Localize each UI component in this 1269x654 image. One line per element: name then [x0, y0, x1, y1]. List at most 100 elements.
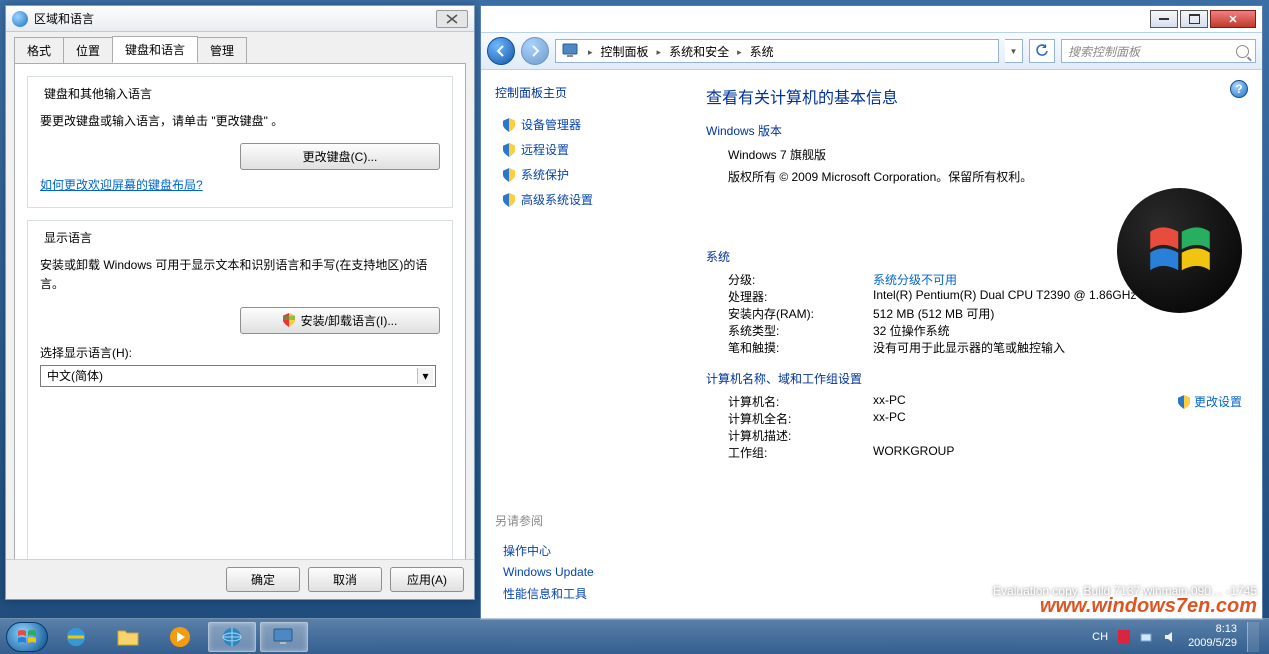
select-display-language-label: 选择显示语言(H):: [40, 344, 440, 361]
control-panel-home-link[interactable]: 控制面板主页: [495, 84, 672, 101]
computer-description-label: 计算机描述:: [728, 427, 873, 444]
full-computer-name-label: 计算机全名:: [728, 410, 873, 427]
window-controls: ✕: [1150, 10, 1256, 28]
globe-icon: [221, 626, 243, 648]
ok-button[interactable]: 确定: [226, 567, 300, 592]
dialog-titlebar[interactable]: 区域和语言: [6, 6, 474, 32]
taskbar-system-window[interactable]: [260, 622, 308, 652]
system-type-label: 系统类型:: [728, 322, 873, 339]
computer-description-value: [873, 427, 1242, 444]
display-language-value: 中文(简体): [47, 367, 103, 384]
shield-icon: [503, 143, 515, 157]
taskbar: CH 8:13 2009/5/29: [0, 618, 1269, 654]
start-button[interactable]: [6, 622, 48, 652]
breadcrumb-system[interactable]: 系统: [750, 43, 774, 60]
workgroup-value: WORKGROUP: [873, 444, 1242, 461]
show-desktop-button[interactable]: [1247, 622, 1259, 652]
tray-network-icon[interactable]: [1140, 630, 1154, 644]
rating-label: 分级:: [728, 271, 873, 288]
sidebar-link-label: 设备管理器: [521, 116, 581, 133]
dialog-close-button[interactable]: [436, 10, 468, 28]
tray-date[interactable]: 2009/5/29: [1188, 637, 1237, 650]
back-button[interactable]: [487, 37, 515, 65]
keyboard-group-legend: 键盘和其他输入语言: [40, 85, 156, 102]
computer-icon: [273, 628, 295, 646]
sidebar-link-label: 系统保护: [521, 166, 569, 183]
tray-volume-icon[interactable]: [1164, 631, 1178, 643]
sidebar: 控制面板主页 设备管理器 远程设置 系统保护 高级系统设置 另请参阅 操作中心: [481, 70, 686, 619]
tray-flag-icon[interactable]: [1118, 630, 1130, 644]
sidebar-windows-update[interactable]: Windows Update: [495, 562, 672, 582]
globe-icon: [12, 11, 28, 27]
sidebar-advanced-settings[interactable]: 高级系统设置: [495, 188, 672, 211]
refresh-button[interactable]: [1029, 39, 1055, 63]
display-language-combobox[interactable]: 中文(简体) ▾: [40, 365, 436, 387]
taskbar-region-language[interactable]: [208, 622, 256, 652]
install-uninstall-language-button[interactable]: 安装/卸载语言(I)...: [240, 307, 440, 334]
tray-time[interactable]: 8:13: [1188, 623, 1237, 636]
pen-touch-value: 没有可用于此显示器的笔或触控输入: [873, 339, 1242, 356]
sidebar-device-manager[interactable]: 设备管理器: [495, 113, 672, 136]
windows-copyright: 版权所有 © 2009 Microsoft Corporation。保留所有权利…: [728, 167, 1242, 189]
tab-keyboards-language[interactable]: 键盘和语言: [112, 36, 198, 63]
keyboard-group: 键盘和其他输入语言 要更改键盘或输入语言，请单击 "更改键盘" 。 更改键盘(C…: [27, 76, 453, 208]
tray-ime-indicator[interactable]: CH: [1092, 631, 1108, 643]
arrow-left-icon: [494, 44, 508, 58]
shield-icon: [503, 118, 515, 132]
rating-link[interactable]: 系统分级不可用: [873, 273, 957, 287]
shield-icon: [283, 313, 295, 327]
see-also-section: 另请参阅 操作中心 Windows Update 性能信息和工具: [495, 512, 672, 605]
chevron-down-icon: ▾: [417, 368, 433, 384]
system-window: ✕ 控制面板 系统和安全 系统 ▼ 搜索控制面板 控制面板主页: [480, 5, 1263, 620]
sidebar-link-label: 操作中心: [503, 542, 551, 559]
watermark-text: www.windows7en.com: [1040, 595, 1257, 618]
cancel-button[interactable]: 取消: [308, 567, 382, 592]
apply-button[interactable]: 应用(A): [390, 567, 464, 592]
breadcrumb-bar[interactable]: 控制面板 系统和安全 系统: [555, 39, 999, 63]
search-placeholder: 搜索控制面板: [1068, 43, 1140, 60]
window-close-button[interactable]: ✕: [1210, 10, 1256, 28]
windows-logo-icon: [1117, 188, 1242, 313]
address-history-button[interactable]: ▼: [1005, 39, 1023, 63]
shield-icon: [1178, 395, 1190, 409]
sidebar-remote-settings[interactable]: 远程设置: [495, 138, 672, 161]
breadcrumb-control-panel[interactable]: 控制面板: [601, 43, 649, 60]
sidebar-performance-info[interactable]: 性能信息和工具: [495, 582, 672, 605]
tab-format[interactable]: 格式: [14, 37, 64, 64]
maximize-button[interactable]: [1180, 10, 1208, 28]
close-icon: [446, 14, 458, 24]
change-settings-label: 更改设置: [1194, 393, 1242, 410]
page-heading: 查看有关计算机的基本信息: [706, 84, 1242, 108]
navigation-bar: 控制面板 系统和安全 系统 ▼ 搜索控制面板: [481, 32, 1262, 70]
taskbar-ie[interactable]: [52, 622, 100, 652]
sidebar-link-label: 高级系统设置: [521, 191, 593, 208]
breadcrumb-system-security[interactable]: 系统和安全: [669, 43, 729, 60]
dialog-tabs: 格式 位置 键盘和语言 管理: [6, 32, 474, 63]
breadcrumb-separator-icon: [584, 44, 597, 58]
ram-label: 安装内存(RAM):: [728, 305, 873, 322]
breadcrumb-separator-icon: [653, 44, 666, 58]
keyboard-group-description: 要更改键盘或输入语言，请单击 "更改键盘" 。: [40, 112, 440, 131]
sidebar-system-protection[interactable]: 系统保护: [495, 163, 672, 186]
change-settings-link[interactable]: 更改设置: [1178, 393, 1242, 410]
taskbar-media-player[interactable]: [156, 622, 204, 652]
change-keyboard-button[interactable]: 更改键盘(C)...: [240, 143, 440, 170]
display-language-description: 安装或卸载 Windows 可用于显示文本和识别语言和手写(在支持地区)的语言。: [40, 256, 440, 294]
windows-edition-heading: Windows 版本: [706, 122, 1242, 139]
pen-touch-label: 笔和触摸:: [728, 339, 873, 356]
taskbar-explorer[interactable]: [104, 622, 152, 652]
tab-panel: 键盘和其他输入语言 要更改键盘或输入语言，请单击 "更改键盘" 。 更改键盘(C…: [14, 63, 466, 573]
minimize-button[interactable]: [1150, 10, 1178, 28]
welcome-screen-layout-link[interactable]: 如何更改欢迎屏幕的键盘布局?: [40, 178, 203, 192]
forward-button[interactable]: [521, 37, 549, 65]
search-icon: [1236, 45, 1249, 58]
help-button[interactable]: ?: [1230, 80, 1248, 98]
tab-admin[interactable]: 管理: [197, 37, 247, 64]
search-input[interactable]: 搜索控制面板: [1061, 39, 1256, 63]
shield-icon: [503, 193, 515, 207]
computer-name-value: xx-PC: [873, 393, 906, 410]
tab-location[interactable]: 位置: [63, 37, 113, 64]
sidebar-action-center[interactable]: 操作中心: [495, 539, 672, 562]
display-language-legend: 显示语言: [40, 229, 96, 246]
display-language-group: 显示语言 安装或卸载 Windows 可用于显示文本和识别语言和手写(在支持地区…: [27, 220, 453, 588]
